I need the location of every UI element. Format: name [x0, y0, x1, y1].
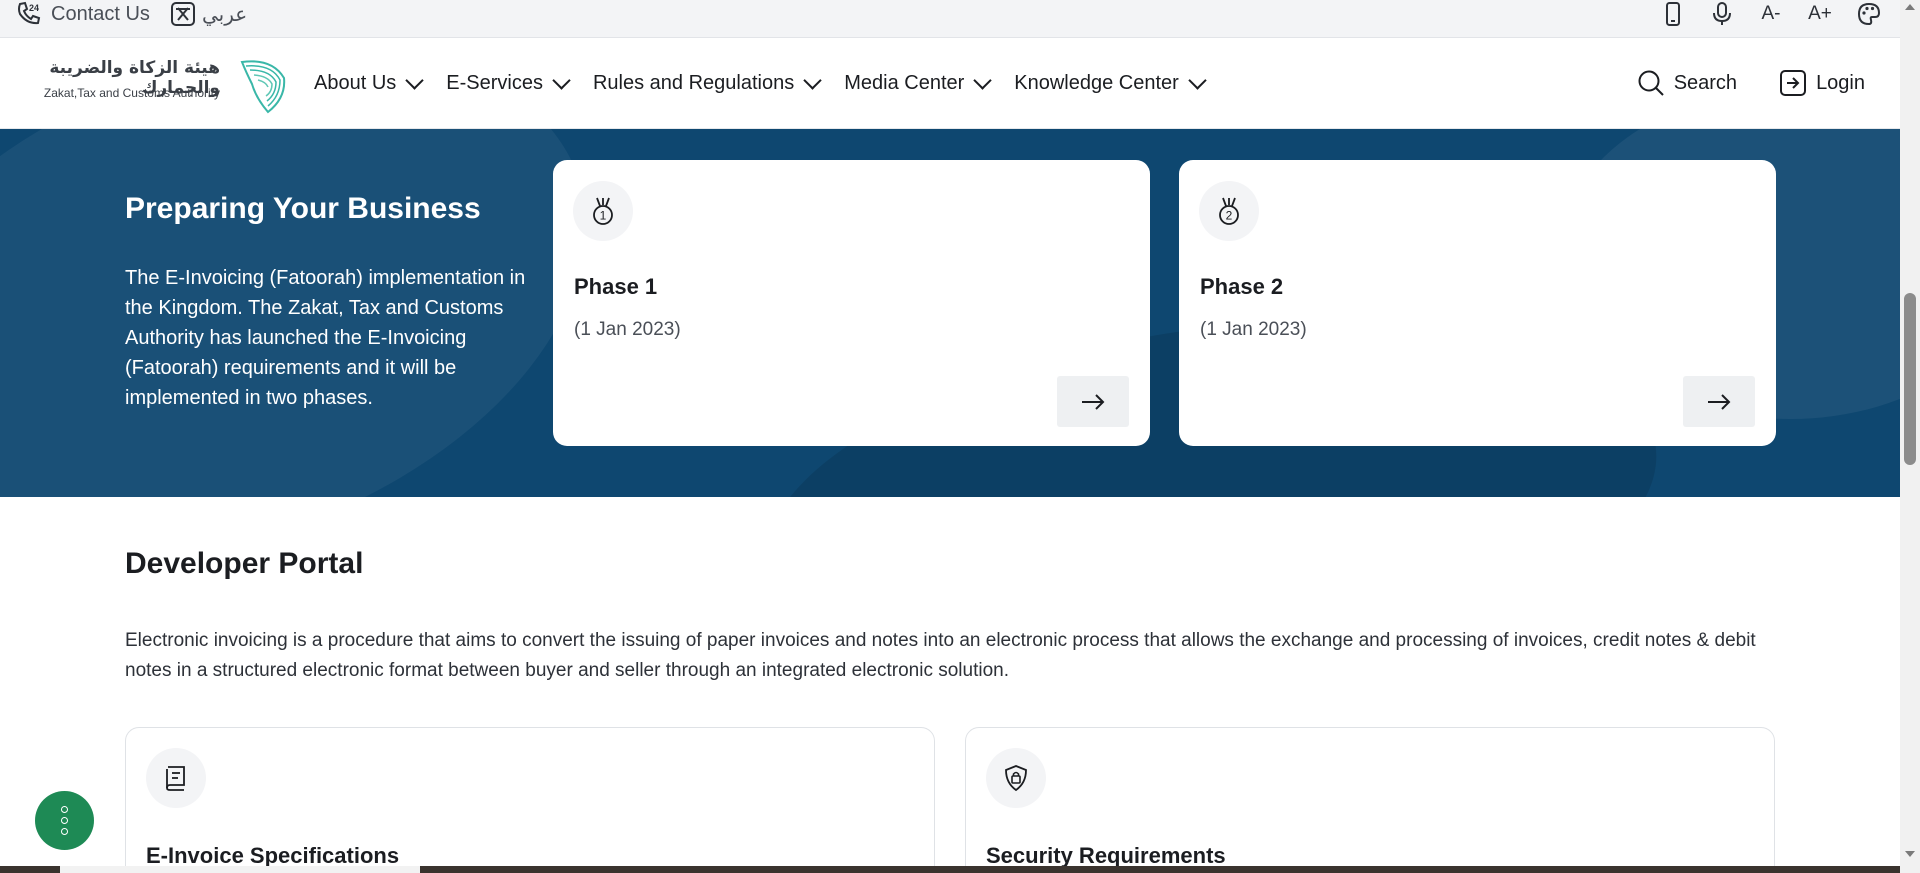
header-actions: Search Login	[1637, 38, 1865, 128]
chevron-down-icon	[973, 70, 992, 90]
page: 24 Contact Us عربي A- A+ هيئة الزكاة وال…	[0, 0, 1900, 873]
dot-icon	[61, 828, 68, 835]
nav-label: Media Center	[844, 71, 965, 94]
security-requirements-card[interactable]: Security Requirements	[965, 727, 1775, 873]
palette-icon[interactable]	[1856, 1, 1882, 27]
medal-2-icon: 2	[1199, 181, 1259, 241]
phase-title: Phase 2	[1200, 274, 1284, 299]
nav-label: E-Services	[446, 71, 543, 94]
search-button[interactable]: Search	[1637, 69, 1737, 97]
floating-menu-button[interactable]	[35, 791, 94, 850]
nav-e-services[interactable]: E-Services	[446, 70, 571, 95]
phase-2-card[interactable]: 2 Phase 2 (1 Jan 2023)	[1179, 160, 1776, 446]
shield-lock-icon	[986, 748, 1046, 808]
search-label: Search	[1673, 71, 1738, 94]
phase-1-arrow-button[interactable]	[1057, 376, 1129, 427]
main-nav: About Us E-Services Rules and Regulation…	[314, 38, 1207, 128]
arrow-right-icon	[1708, 393, 1731, 410]
logo-mark-icon	[240, 60, 286, 114]
medal-1-icon: 1	[573, 181, 633, 241]
language-switch[interactable]: عربي	[170, 0, 247, 28]
phase-date: (1 Jan 2023)	[574, 319, 681, 340]
utility-bar: 24 Contact Us عربي A- A+	[0, 0, 1900, 38]
phase-date: (1 Jan 2023)	[1200, 319, 1307, 340]
login-icon	[1780, 70, 1807, 96]
main-header: هيئة الزكاة والضريبة والجمارك Zakat,Tax …	[0, 38, 1900, 129]
nav-rules-and-regulations[interactable]: Rules and Regulations	[592, 70, 822, 95]
scrollbar-thumb[interactable]	[1904, 293, 1916, 465]
scroll-up-arrow-icon[interactable]	[1905, 4, 1915, 10]
logo-english-text: Zakat,Tax and Customs Authority	[43, 86, 220, 100]
login-label: Login	[1816, 71, 1865, 94]
book-icon	[146, 748, 206, 808]
nav-knowledge-center[interactable]: Knowledge Center	[1014, 70, 1207, 95]
nav-about-us[interactable]: About Us	[314, 70, 424, 95]
svg-text:24: 24	[29, 3, 39, 13]
nav-label: About Us	[314, 71, 397, 94]
phone-24-icon: 24	[18, 1, 41, 25]
contact-us-label: Contact Us	[51, 2, 150, 25]
developer-portal-description: Electronic invoicing is a procedure that…	[125, 630, 1756, 681]
banner-title: Preparing Your Business	[125, 192, 481, 225]
dot-icon	[61, 817, 68, 824]
banner-description: The E-Invoicing (Fatoorah) implementatio…	[125, 267, 526, 409]
microphone-icon[interactable]	[1709, 1, 1735, 27]
dot-icon	[61, 806, 68, 813]
nav-label: Knowledge Center	[1014, 71, 1179, 94]
phase-1-card[interactable]: 1 Phase 1 (1 Jan 2023)	[553, 160, 1150, 446]
chevron-down-icon	[803, 70, 822, 90]
login-button[interactable]: Login	[1779, 69, 1865, 97]
zatca-logo[interactable]: هيئة الزكاة والضريبة والجمارك Zakat,Tax …	[20, 54, 286, 114]
nav-label: Rules and Regulations	[592, 71, 795, 94]
phase-title: Phase 1	[574, 274, 658, 299]
chevron-down-icon	[405, 70, 424, 90]
language-label: عربي	[202, 2, 248, 26]
accessibility-tools: A- A+	[1660, 0, 1882, 28]
chevron-down-icon	[1188, 70, 1207, 90]
contact-us-link[interactable]: 24 Contact Us	[15, 0, 150, 28]
phase-badge-number: 2	[1226, 209, 1233, 223]
phase-2-arrow-button[interactable]	[1683, 376, 1755, 427]
scroll-down-arrow-icon[interactable]	[1905, 851, 1915, 857]
mobile-icon[interactable]	[1660, 1, 1686, 27]
nav-media-center[interactable]: Media Center	[844, 70, 992, 95]
developer-portal-title: Developer Portal	[125, 547, 364, 580]
e-invoice-specifications-card[interactable]: E-Invoice Specifications	[125, 727, 935, 873]
vertical-scrollbar[interactable]	[1900, 0, 1920, 873]
decrease-font-icon[interactable]: A-	[1758, 1, 1784, 27]
chevron-down-icon	[552, 70, 571, 90]
translate-icon	[171, 2, 195, 26]
bottom-strip-segment	[60, 866, 420, 873]
search-icon	[1638, 70, 1664, 96]
increase-font-icon[interactable]: A+	[1807, 1, 1833, 27]
phase-badge-number: 1	[600, 209, 607, 223]
preparing-business-banner: Preparing Your Business The E-Invoicing …	[0, 129, 1900, 497]
arrow-right-icon	[1082, 393, 1105, 410]
